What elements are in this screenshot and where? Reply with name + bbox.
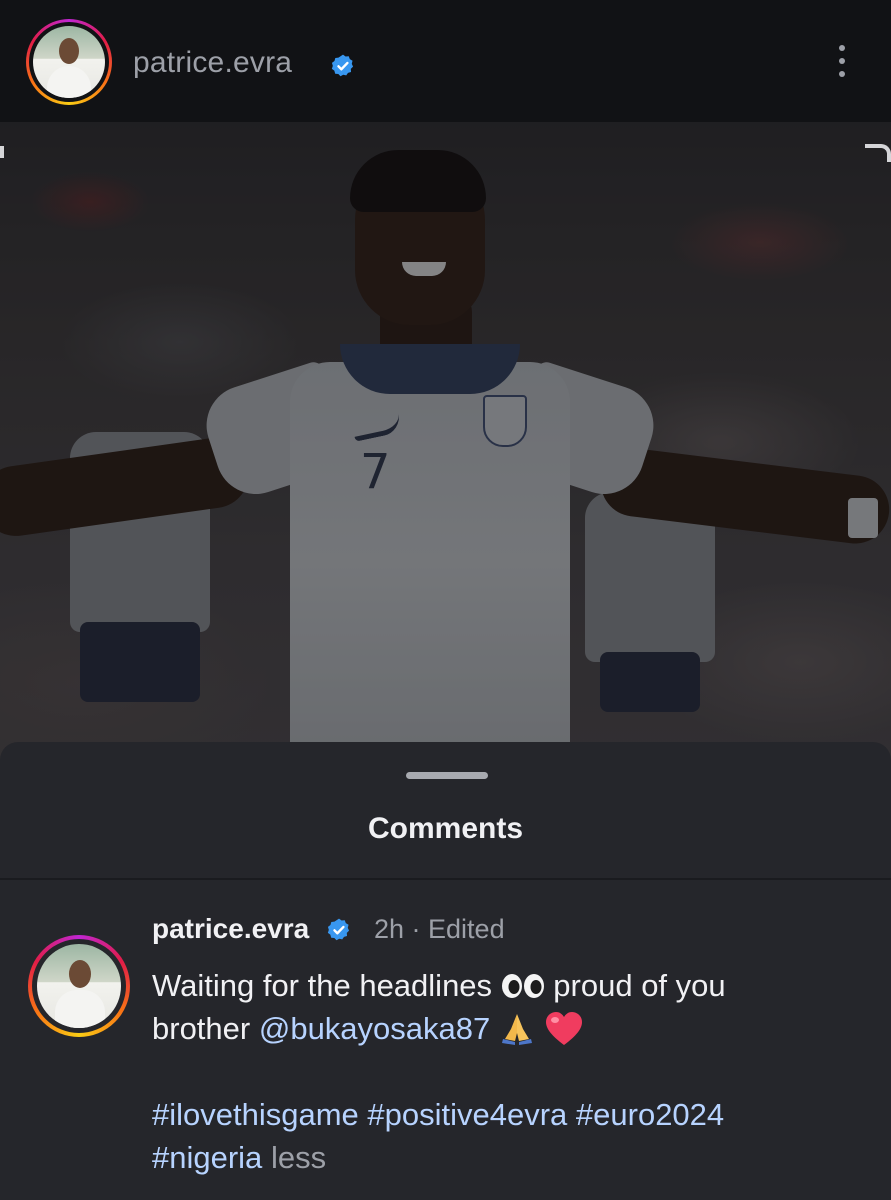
post-photo[interactable]: 7 (0, 122, 891, 762)
comment-avatar[interactable] (28, 935, 130, 1037)
crop-mark-right (865, 144, 891, 162)
profile-photo (37, 944, 121, 1028)
avatar[interactable] (26, 19, 112, 105)
folded-hands-emoji-icon (501, 1014, 532, 1045)
post-header: patrice.evra (0, 0, 891, 122)
eyes-emoji-icon (501, 974, 544, 998)
hashtag-link[interactable]: #nigeria (152, 1140, 262, 1175)
comment-text-part: brother (152, 1011, 251, 1046)
hashtag-links[interactable]: #ilovethisgame #positive4evra #euro2024 (152, 1097, 724, 1132)
red-heart-emoji-icon (545, 1012, 582, 1045)
more-vertical-icon[interactable] (830, 42, 854, 82)
comment-item: patrice.evra 2h · Edited Waiting for the… (0, 880, 891, 1200)
sheet-drag-handle[interactable] (406, 772, 488, 779)
post-viewer: patrice.evra 7 Comments patrice.evra 2h … (0, 0, 891, 1200)
comment-text: Waiting for the headlines proud of you b… (152, 964, 852, 1179)
mention-link[interactable]: @bukayosaka87 (259, 1011, 490, 1046)
comment-text-part: proud of you (553, 968, 726, 1003)
comment-username[interactable]: patrice.evra (152, 913, 309, 945)
comment-meta: 2h · Edited (374, 914, 505, 944)
crop-mark-left (0, 146, 4, 158)
verified-badge-icon (331, 54, 354, 77)
comment-text-part: Waiting for the headlines (152, 968, 493, 1003)
profile-photo (33, 26, 105, 98)
verified-badge-icon (327, 918, 350, 941)
comments-sheet: Comments patrice.evra 2h · Edited Waitin… (0, 742, 891, 1200)
header-username[interactable]: patrice.evra (133, 46, 292, 80)
sheet-title: Comments (367, 812, 524, 845)
less-button[interactable]: less (271, 1140, 326, 1175)
